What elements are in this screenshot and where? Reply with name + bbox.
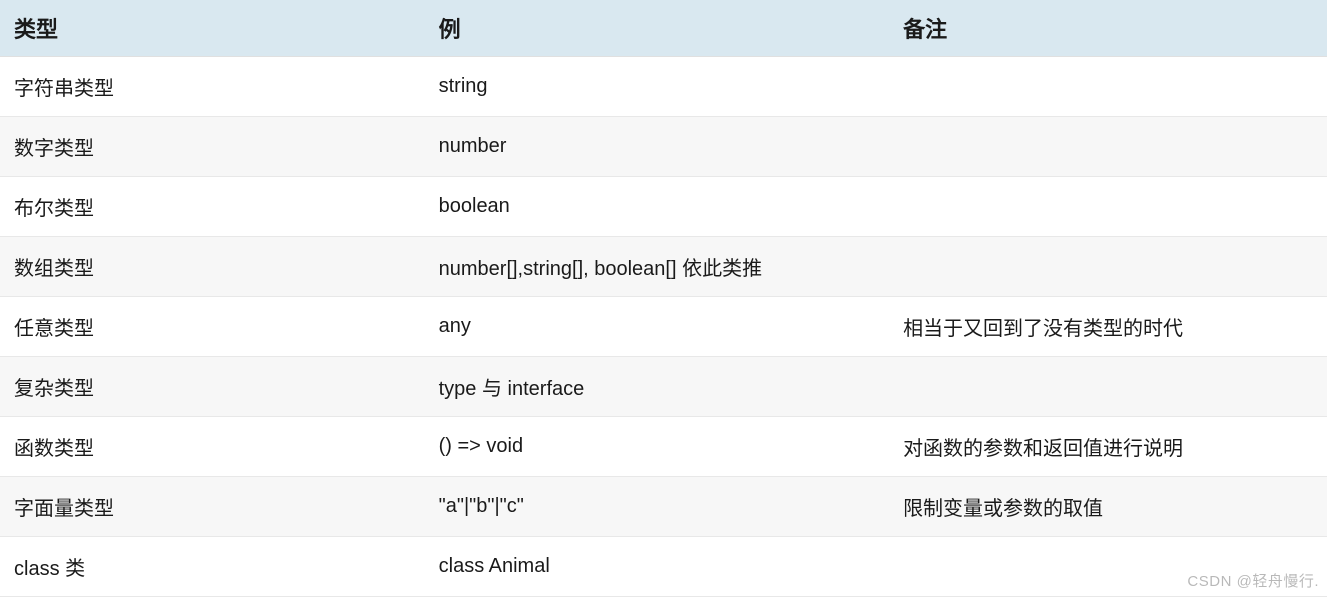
cell-type: 函数类型 <box>0 417 425 477</box>
cell-example: class Animal <box>425 537 889 597</box>
table-row: 任意类型 any 相当于又回到了没有类型的时代 <box>0 297 1327 357</box>
types-table: 类型 例 备注 字符串类型 string 数字类型 number 布尔类型 bo… <box>0 0 1327 597</box>
cell-type: 数组类型 <box>0 237 425 297</box>
table-row: 函数类型 () => void 对函数的参数和返回值进行说明 <box>0 417 1327 477</box>
cell-type: 布尔类型 <box>0 177 425 237</box>
cell-note <box>889 57 1327 117</box>
table-header-row: 类型 例 备注 <box>0 0 1327 57</box>
cell-type: 复杂类型 <box>0 357 425 417</box>
cell-type: 数字类型 <box>0 117 425 177</box>
cell-note <box>889 537 1327 597</box>
cell-type: 字面量类型 <box>0 477 425 537</box>
table-row: 字符串类型 string <box>0 57 1327 117</box>
cell-note <box>889 117 1327 177</box>
cell-note: 相当于又回到了没有类型的时代 <box>889 297 1327 357</box>
cell-example: () => void <box>425 417 889 477</box>
cell-note: 限制变量或参数的取值 <box>889 477 1327 537</box>
header-note: 备注 <box>889 0 1327 57</box>
header-example: 例 <box>425 0 889 57</box>
table-row: 布尔类型 boolean <box>0 177 1327 237</box>
cell-note <box>889 177 1327 237</box>
cell-type: 字符串类型 <box>0 57 425 117</box>
header-type: 类型 <box>0 0 425 57</box>
cell-example: number <box>425 117 889 177</box>
table-row: 复杂类型 type 与 interface <box>0 357 1327 417</box>
cell-type: class 类 <box>0 537 425 597</box>
cell-example: boolean <box>425 177 889 237</box>
table-row: class 类 class Animal <box>0 537 1327 597</box>
cell-example: any <box>425 297 889 357</box>
cell-note <box>889 237 1327 297</box>
table-row: 数字类型 number <box>0 117 1327 177</box>
cell-example: string <box>425 57 889 117</box>
cell-example: number[],string[], boolean[] 依此类推 <box>425 237 889 297</box>
cell-note <box>889 357 1327 417</box>
cell-example: type 与 interface <box>425 357 889 417</box>
cell-type: 任意类型 <box>0 297 425 357</box>
table-row: 数组类型 number[],string[], boolean[] 依此类推 <box>0 237 1327 297</box>
cell-example: "a"|"b"|"c" <box>425 477 889 537</box>
cell-note: 对函数的参数和返回值进行说明 <box>889 417 1327 477</box>
table-row: 字面量类型 "a"|"b"|"c" 限制变量或参数的取值 <box>0 477 1327 537</box>
